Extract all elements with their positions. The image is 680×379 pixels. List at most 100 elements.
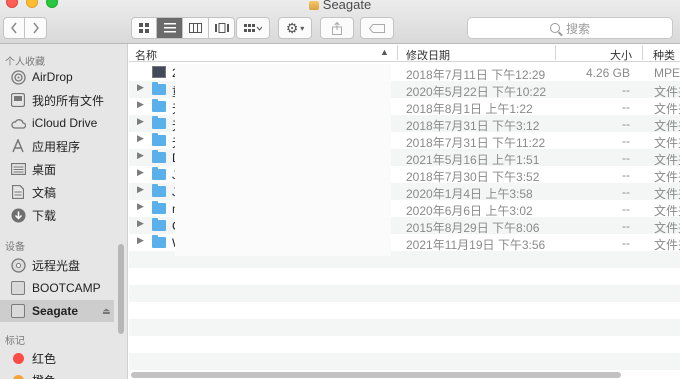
tag-icon bbox=[369, 23, 385, 33]
action-dropdown[interactable]: ⚙ ▾ bbox=[278, 17, 312, 39]
disclosure-triangle-icon[interactable]: ▶ bbox=[137, 235, 144, 246]
empty-row bbox=[129, 268, 680, 285]
folder-icon bbox=[152, 201, 166, 214]
empty-row bbox=[129, 302, 680, 319]
columns-icon bbox=[189, 23, 202, 33]
sidebar: 个人收藏 AirDrop 我的所有文件 iCloud Drive 应用程序 桌面 bbox=[0, 44, 128, 379]
view-mode-selector bbox=[131, 17, 235, 39]
disclosure-triangle-icon[interactable]: ▶ bbox=[137, 150, 144, 161]
drive-icon bbox=[308, 1, 319, 10]
chevron-down-icon: ▾ bbox=[300, 23, 305, 33]
action-button[interactable]: ⚙ ▾ bbox=[278, 17, 312, 39]
file-size: -- bbox=[622, 134, 630, 148]
tags-button[interactable] bbox=[360, 17, 394, 39]
file-size: -- bbox=[622, 202, 630, 216]
disclosure-triangle-icon[interactable]: ▶ bbox=[137, 201, 144, 212]
video-file-icon bbox=[152, 66, 166, 78]
disclosure-triangle-icon[interactable]: ▶ bbox=[137, 116, 144, 127]
back-button[interactable] bbox=[3, 17, 25, 39]
list-view-button[interactable] bbox=[157, 17, 183, 39]
sidebar-item-applications[interactable]: 应用程序 bbox=[0, 135, 114, 157]
file-size: -- bbox=[622, 236, 630, 250]
disclosure-triangle-icon[interactable]: ▶ bbox=[137, 184, 144, 195]
group-by-dropdown[interactable] bbox=[236, 17, 270, 39]
empty-row bbox=[129, 319, 680, 336]
gallery-view-button[interactable] bbox=[209, 17, 235, 39]
sidebar-item-icloud-drive[interactable]: iCloud Drive bbox=[0, 112, 114, 134]
share-button[interactable] bbox=[320, 17, 354, 39]
file-list: 名称 ▲ 修改日期 大小 种类 22018年7月11日 下午12:294.26 … bbox=[129, 44, 680, 379]
file-size: -- bbox=[622, 168, 630, 182]
empty-row bbox=[129, 336, 680, 353]
sidebar-item-downloads[interactable]: 下载 bbox=[0, 204, 114, 226]
desktop-icon bbox=[10, 161, 26, 177]
file-size: -- bbox=[622, 151, 630, 165]
eject-icon[interactable]: ⏏ bbox=[102, 306, 111, 317]
disclosure-triangle-icon[interactable]: ▶ bbox=[137, 133, 144, 144]
column-size[interactable]: 大小 bbox=[610, 47, 632, 63]
empty-row bbox=[129, 285, 680, 302]
sidebar-item-seagate[interactable]: Seagate ⏏ bbox=[0, 300, 114, 322]
tags-header: 标记 bbox=[5, 336, 25, 347]
search-field[interactable]: 搜索 bbox=[467, 17, 673, 39]
file-size: -- bbox=[622, 117, 630, 131]
toolbar: Seagate ⚙ ▾ 搜索 bbox=[0, 0, 680, 44]
column-name[interactable]: 名称 bbox=[135, 47, 157, 63]
folder-icon bbox=[152, 218, 166, 231]
sidebar-item-tag-red[interactable]: 红色 bbox=[0, 347, 114, 369]
column-date-modified[interactable]: 修改日期 bbox=[406, 47, 450, 63]
list-icon bbox=[163, 23, 176, 33]
file-kind: MPEG bbox=[654, 66, 680, 80]
folder-icon bbox=[152, 235, 166, 248]
icon-view-button[interactable] bbox=[131, 17, 157, 39]
folder-icon bbox=[152, 167, 166, 180]
sidebar-item-all-files[interactable]: 我的所有文件 bbox=[0, 89, 114, 111]
gallery-icon bbox=[214, 23, 229, 33]
column-header: 名称 ▲ 修改日期 大小 种类 bbox=[129, 44, 680, 62]
folder-icon bbox=[152, 82, 166, 95]
disk-icon bbox=[10, 303, 26, 319]
folder-icon bbox=[152, 99, 166, 112]
sort-ascending-icon: ▲ bbox=[380, 47, 389, 57]
empty-row bbox=[129, 353, 680, 370]
sidebar-item-remote-disc[interactable]: 远程光盘 bbox=[0, 254, 114, 276]
file-size: 4.26 GB bbox=[585, 66, 630, 80]
folder-icon bbox=[152, 184, 166, 197]
horizontal-scrollbar[interactable] bbox=[131, 372, 621, 378]
file-size: -- bbox=[622, 83, 630, 97]
documents-icon bbox=[10, 184, 26, 200]
disclosure-triangle-icon[interactable]: ▶ bbox=[137, 218, 144, 229]
sidebar-item-tag-orange[interactable]: 橙色 bbox=[0, 369, 114, 379]
share-icon bbox=[332, 21, 342, 35]
airdrop-icon bbox=[10, 69, 26, 85]
search-icon bbox=[549, 23, 560, 33]
chevron-left-icon bbox=[11, 22, 17, 34]
cloud-icon bbox=[10, 115, 26, 131]
folder-icon bbox=[152, 116, 166, 129]
file-size: -- bbox=[622, 219, 630, 233]
disclosure-triangle-icon[interactable]: ▶ bbox=[137, 82, 144, 93]
forward-button[interactable] bbox=[25, 17, 47, 39]
gear-icon: ⚙ bbox=[285, 19, 299, 36]
file-size: -- bbox=[622, 100, 630, 114]
disclosure-triangle-icon[interactable]: ▶ bbox=[137, 99, 144, 110]
file-size: -- bbox=[622, 185, 630, 199]
column-kind[interactable]: 种类 bbox=[653, 47, 675, 63]
grid-icon bbox=[139, 23, 149, 33]
remote-disc-icon bbox=[10, 257, 26, 273]
disk-icon bbox=[10, 280, 26, 296]
sidebar-item-documents[interactable]: 文稿 bbox=[0, 181, 114, 203]
folder-icon bbox=[152, 150, 166, 163]
column-view-button[interactable] bbox=[183, 17, 209, 39]
disclosure-triangle-icon[interactable]: ▶ bbox=[137, 167, 144, 178]
search-placeholder: 搜索 bbox=[565, 21, 590, 36]
sidebar-item-airdrop[interactable]: AirDrop bbox=[0, 66, 114, 88]
group-by-button[interactable] bbox=[236, 17, 270, 39]
sidebar-item-desktop[interactable]: 桌面 bbox=[0, 158, 114, 180]
redacted-region bbox=[175, 64, 391, 256]
sidebar-scrollbar[interactable] bbox=[118, 244, 124, 334]
chevron-right-icon bbox=[32, 22, 39, 34]
tag-color-icon bbox=[10, 350, 26, 366]
download-icon bbox=[10, 207, 26, 223]
sidebar-item-bootcamp[interactable]: BOOTCAMP bbox=[0, 277, 114, 299]
